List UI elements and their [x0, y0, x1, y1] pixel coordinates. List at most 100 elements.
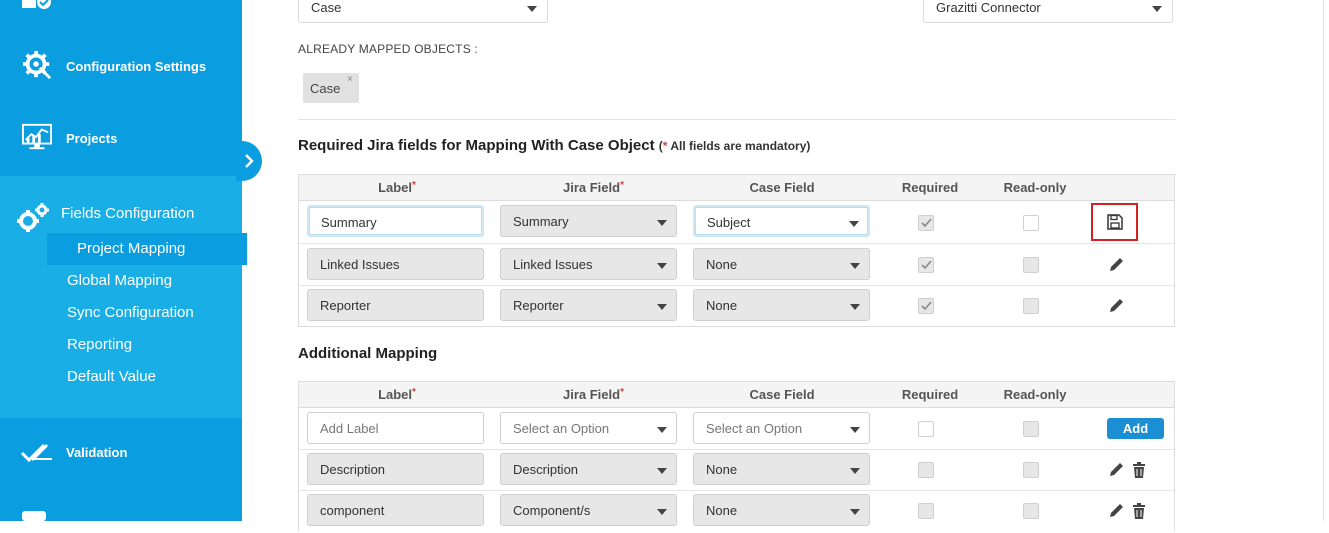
case-field-value: None: [706, 462, 738, 477]
dashboard-monitor-icon: [22, 123, 52, 150]
col-required: Required: [901, 180, 959, 195]
chevron-down-icon: [657, 468, 667, 474]
pencil-edit-icon[interactable]: [1107, 502, 1125, 520]
sidebar-subitem-reporting[interactable]: Reporting: [67, 336, 132, 353]
add-button[interactable]: Add: [1107, 418, 1164, 439]
jira-field-value: Linked Issues: [513, 257, 593, 272]
object-select-value: Case: [311, 0, 342, 15]
readonly-checkbox[interactable]: [1023, 462, 1039, 478]
case-field-select[interactable]: None: [693, 289, 870, 321]
readonly-checkbox[interactable]: [1023, 257, 1039, 273]
table-header: Label* Jira Field* Case Field Required R…: [299, 175, 1174, 201]
settings-gear-icon: [22, 50, 52, 80]
required-checkbox[interactable]: [918, 215, 934, 231]
table-header: Label* Jira Field* Case Field Required R…: [299, 382, 1174, 408]
check-icon: [921, 218, 932, 228]
jira-field-select[interactable]: Component/s: [500, 494, 677, 526]
chevron-down-icon: [657, 304, 667, 310]
label-value: Linked Issues: [320, 257, 400, 272]
col-required: Required: [901, 387, 959, 402]
label-input[interactable]: Reporter: [307, 289, 484, 321]
pencil-edit-icon[interactable]: [1107, 461, 1125, 479]
add-label-placeholder: Add Label: [320, 421, 379, 436]
jira-field-select[interactable]: Description: [500, 453, 677, 485]
connector-select[interactable]: Grazitti Connector: [923, 0, 1173, 23]
check-icon: [921, 260, 932, 270]
required-fields-table: Label* Jira Field* Case Field Required R…: [298, 174, 1175, 327]
sidebar: Configuration Settings Projects Fields C…: [0, 0, 247, 521]
required-section-title: Required Jira fields for Mapping With Ca…: [298, 137, 810, 154]
sidebar-subitem-sync-configuration[interactable]: Sync Configuration: [67, 304, 194, 321]
sidebar-subitem-project-mapping[interactable]: Project Mapping: [47, 233, 247, 265]
jira-field-select[interactable]: Summary: [500, 205, 677, 237]
case-field-value: None: [706, 503, 738, 518]
case-field-select[interactable]: Subject: [693, 205, 870, 237]
pencil-edit-icon[interactable]: [1107, 297, 1125, 315]
trash-delete-icon[interactable]: [1130, 502, 1148, 520]
scroll-edge: [1323, 0, 1324, 521]
required-checkbox[interactable]: [918, 421, 934, 437]
jira-field-select[interactable]: Select an Option: [500, 412, 677, 444]
connector-select-value: Grazitti Connector: [936, 0, 1041, 15]
sidebar-item-configuration-settings[interactable]: Configuration Settings: [0, 50, 242, 82]
sidebar-subitem-global-mapping[interactable]: Global Mapping: [67, 272, 172, 289]
double-check-icon: [20, 443, 52, 463]
table-row: Reporter Reporter None: [299, 286, 1174, 327]
case-field-select[interactable]: Select an Option: [693, 412, 870, 444]
add-label-input[interactable]: Add Label: [307, 412, 484, 444]
sidebar-item-label: Validation: [66, 444, 128, 460]
jira-field-value: Description: [513, 462, 579, 477]
note-text: All fields are mandatory): [667, 139, 811, 153]
chevron-down-icon: [657, 427, 667, 433]
sidebar-subitem-default-value[interactable]: Default Value: [67, 368, 156, 385]
label-input[interactable]: component: [307, 494, 484, 526]
jira-field-placeholder: Select an Option: [513, 421, 610, 436]
col-label: Label*: [378, 180, 416, 195]
label-input[interactable]: Description: [307, 453, 484, 485]
chevron-down-icon: [850, 509, 860, 515]
partial-bottom-icon: [22, 511, 46, 521]
mandatory-note: (* All fields are mandatory): [659, 139, 811, 153]
label-input[interactable]: Linked Issues: [307, 248, 484, 280]
jira-field-value: Component/s: [513, 503, 591, 518]
case-field-select[interactable]: None: [693, 494, 870, 526]
chevron-right-icon: [245, 154, 254, 168]
additional-mapping-table: Label* Jira Field* Case Field Required R…: [298, 381, 1175, 531]
readonly-checkbox[interactable]: [1023, 298, 1039, 314]
divider: [298, 119, 1175, 120]
chevron-down-icon: [850, 263, 860, 269]
required-checkbox[interactable]: [918, 257, 934, 273]
label-value: Description: [320, 462, 386, 477]
col-case-field: Case Field: [749, 387, 815, 402]
jira-field-select[interactable]: Linked Issues: [500, 248, 677, 280]
required-checkbox[interactable]: [918, 503, 934, 519]
label-value: Reporter: [320, 298, 371, 313]
gears-icon: [17, 203, 49, 232]
remove-pill-icon[interactable]: ×: [347, 74, 353, 85]
required-checkbox[interactable]: [918, 298, 934, 314]
readonly-checkbox[interactable]: [1023, 503, 1039, 519]
label-input[interactable]: Summary: [307, 205, 484, 237]
object-select[interactable]: Case: [298, 0, 548, 23]
col-jira-field: Jira Field*: [563, 387, 624, 402]
sidebar-section-title[interactable]: Fields Configuration: [61, 205, 194, 222]
readonly-checkbox[interactable]: [1023, 215, 1039, 231]
readonly-checkbox[interactable]: [1023, 421, 1039, 437]
case-field-select[interactable]: None: [693, 248, 870, 280]
save-icon[interactable]: [1106, 213, 1124, 231]
sidebar-item-projects[interactable]: Projects: [0, 122, 242, 154]
sidebar-collapse-toggle[interactable]: [236, 141, 262, 181]
sidebar-item-label: Configuration Settings: [66, 58, 207, 74]
required-checkbox[interactable]: [918, 462, 934, 478]
sidebar-item-validation[interactable]: Validation: [0, 436, 242, 468]
label-value: Summary: [321, 215, 377, 230]
trash-delete-icon[interactable]: [1130, 461, 1148, 479]
jira-field-value: Summary: [513, 214, 569, 229]
pencil-edit-icon[interactable]: [1107, 256, 1125, 274]
jira-field-select[interactable]: Reporter: [500, 289, 677, 321]
case-field-value: None: [706, 257, 738, 272]
chevron-down-icon: [849, 221, 859, 227]
new-mapping-row: Add Label Select an Option Select an Opt…: [299, 408, 1174, 450]
mapped-object-label: Case: [310, 81, 341, 96]
case-field-select[interactable]: None: [693, 453, 870, 485]
